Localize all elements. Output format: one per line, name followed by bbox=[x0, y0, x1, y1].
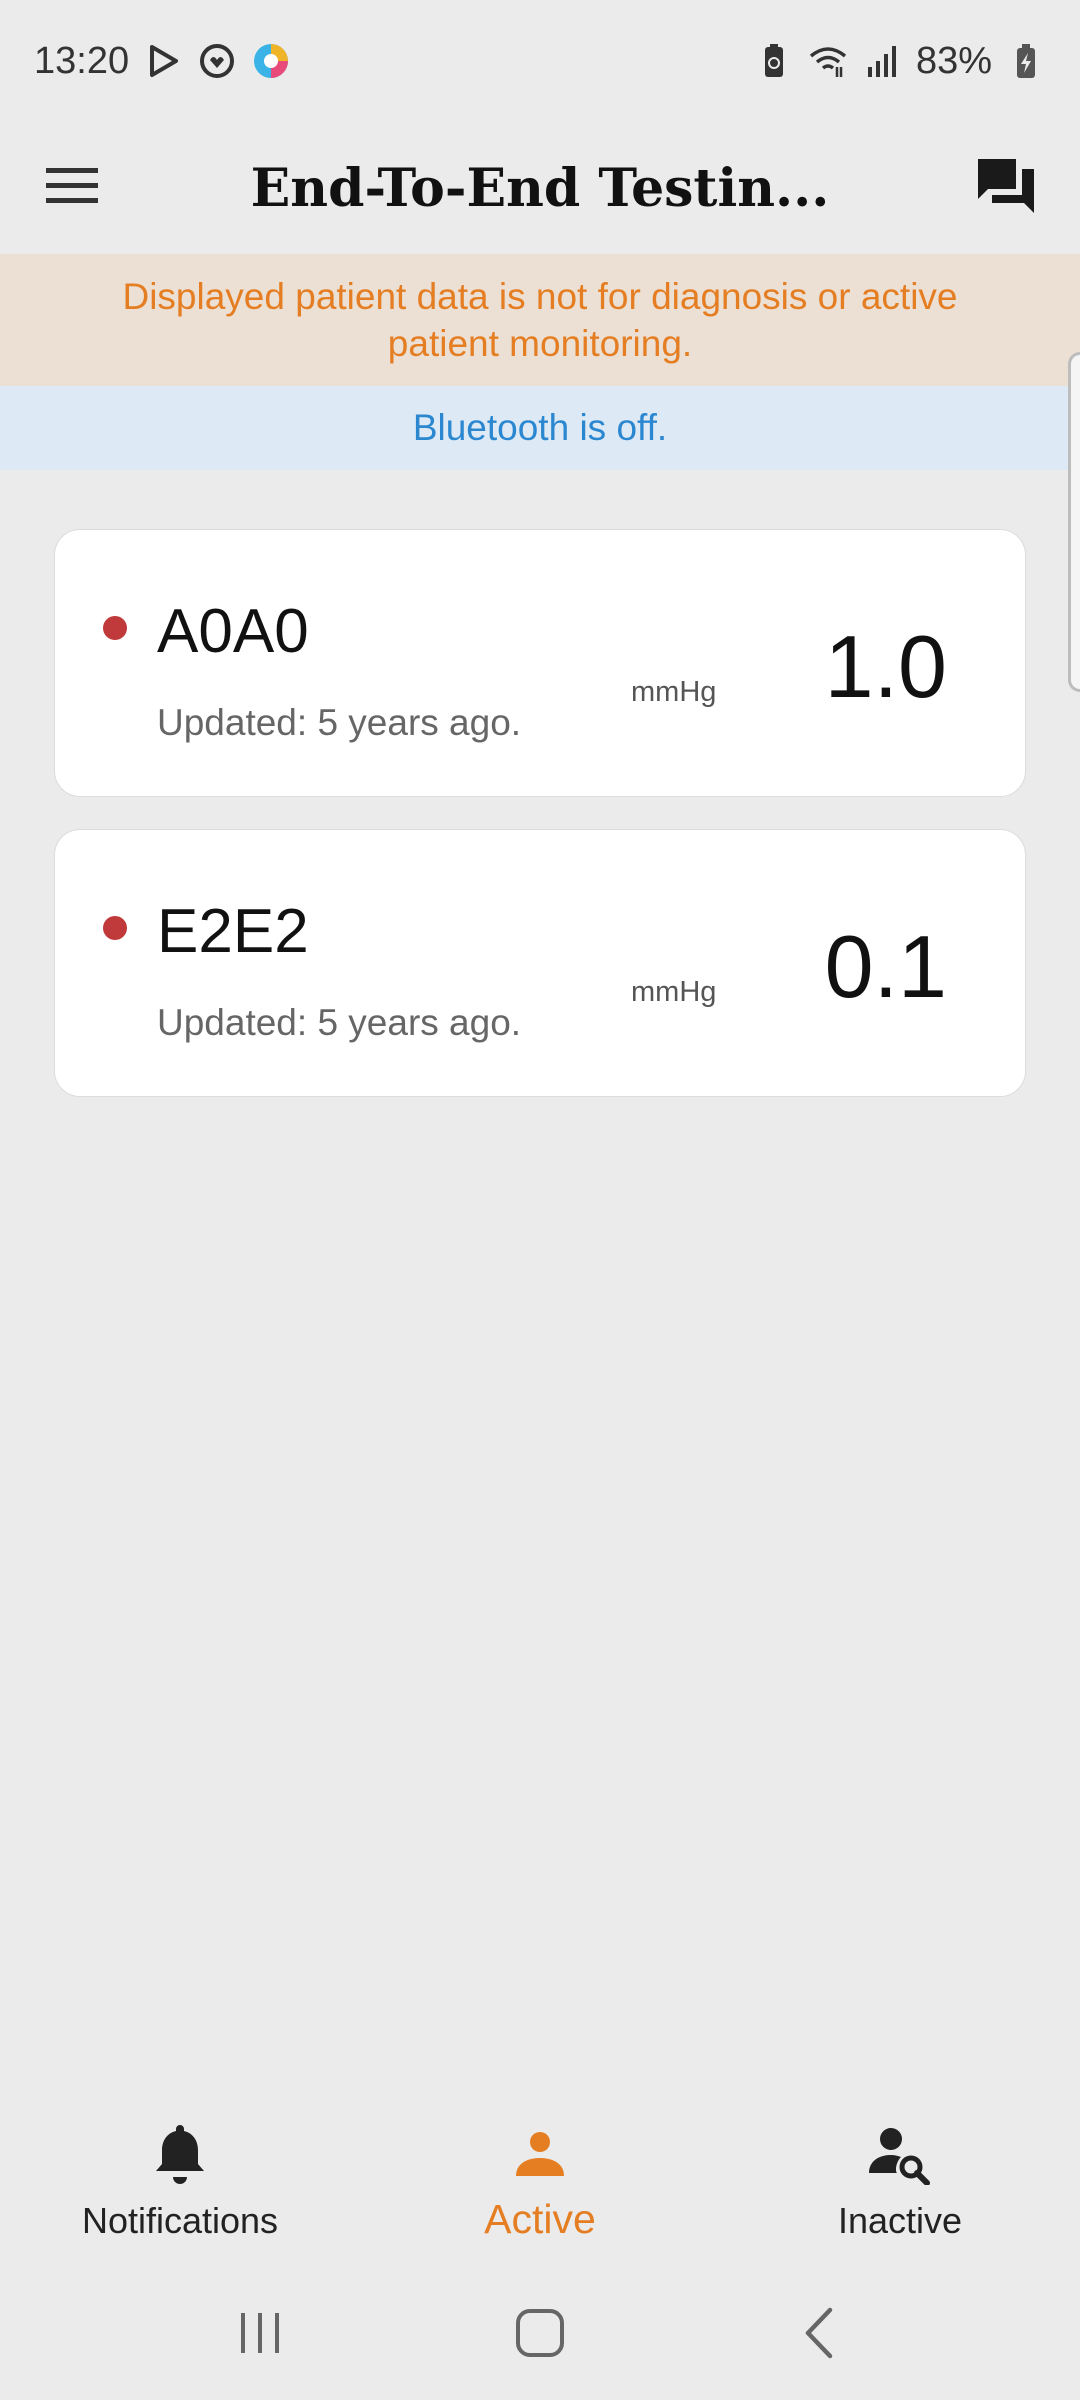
battery-percent: 83% bbox=[915, 39, 992, 82]
bottom-navigation: Notifications Active Inactive bbox=[0, 2090, 1080, 2270]
last-updated: Updated: 5 years ago. bbox=[157, 702, 522, 743]
reading-value: 0.1 bbox=[824, 917, 947, 1016]
person-icon bbox=[502, 2116, 578, 2192]
nav-active[interactable]: Active bbox=[360, 2090, 720, 2270]
bell-icon bbox=[142, 2116, 218, 2192]
patient-card[interactable]: A0A0 Updated: 5 years ago. mmHg 1.0 bbox=[54, 529, 1026, 797]
home-icon bbox=[514, 2307, 566, 2364]
patient-name: E2E2 bbox=[157, 897, 309, 966]
health-icon bbox=[197, 41, 237, 81]
recent-apps-button[interactable] bbox=[215, 2290, 305, 2380]
back-button[interactable] bbox=[775, 2290, 865, 2380]
nav-label: Active bbox=[484, 2196, 596, 2242]
person-search-icon bbox=[862, 2116, 938, 2192]
hamburger-menu-icon bbox=[46, 166, 98, 211]
wifi-icon bbox=[808, 41, 848, 81]
disclaimer-banner: Displayed patient data is not for diagno… bbox=[0, 254, 1080, 386]
nav-inactive[interactable]: Inactive bbox=[720, 2090, 1080, 2270]
bluetooth-status-banner: Bluetooth is off. bbox=[0, 386, 1080, 470]
status-bar-right: 83% bbox=[754, 40, 1046, 83]
nav-label: Inactive bbox=[837, 2200, 963, 2241]
chat-icon bbox=[976, 157, 1036, 220]
system-navigation-bar bbox=[0, 2270, 1080, 2400]
battery-icon bbox=[1006, 41, 1046, 81]
recent-apps-icon bbox=[235, 2308, 285, 2363]
unit-label: mmHg bbox=[631, 676, 717, 708]
play-store-icon bbox=[143, 41, 183, 81]
unit-label: mmHg bbox=[631, 976, 717, 1008]
patient-card[interactable]: E2E2 Updated: 5 years ago. mmHg 0.1 bbox=[54, 829, 1026, 1097]
battery-saver-icon bbox=[754, 41, 794, 81]
patient-name: A0A0 bbox=[157, 597, 309, 666]
nav-label: Notifications bbox=[81, 2200, 279, 2241]
edge-panel-handle[interactable] bbox=[1068, 352, 1080, 692]
app-logo-icon bbox=[251, 41, 291, 81]
reading-value: 1.0 bbox=[824, 617, 947, 716]
chat-button[interactable] bbox=[968, 150, 1044, 226]
page-title: End-To-End Testin... bbox=[250, 157, 830, 219]
home-button[interactable] bbox=[495, 2290, 585, 2380]
nav-notifications[interactable]: Notifications bbox=[0, 2090, 360, 2270]
last-updated: Updated: 5 years ago. bbox=[157, 1002, 522, 1043]
status-bar: 13:20 83% bbox=[0, 0, 1080, 122]
status-bar-left: 13:20 bbox=[34, 40, 291, 83]
back-icon bbox=[800, 2306, 840, 2365]
signal-icon bbox=[862, 41, 902, 81]
status-dot bbox=[103, 916, 127, 940]
clock: 13:20 bbox=[34, 39, 130, 82]
status-dot bbox=[103, 616, 127, 640]
app-bar: End-To-End Testin... bbox=[0, 122, 1080, 254]
menu-button[interactable] bbox=[36, 152, 108, 224]
